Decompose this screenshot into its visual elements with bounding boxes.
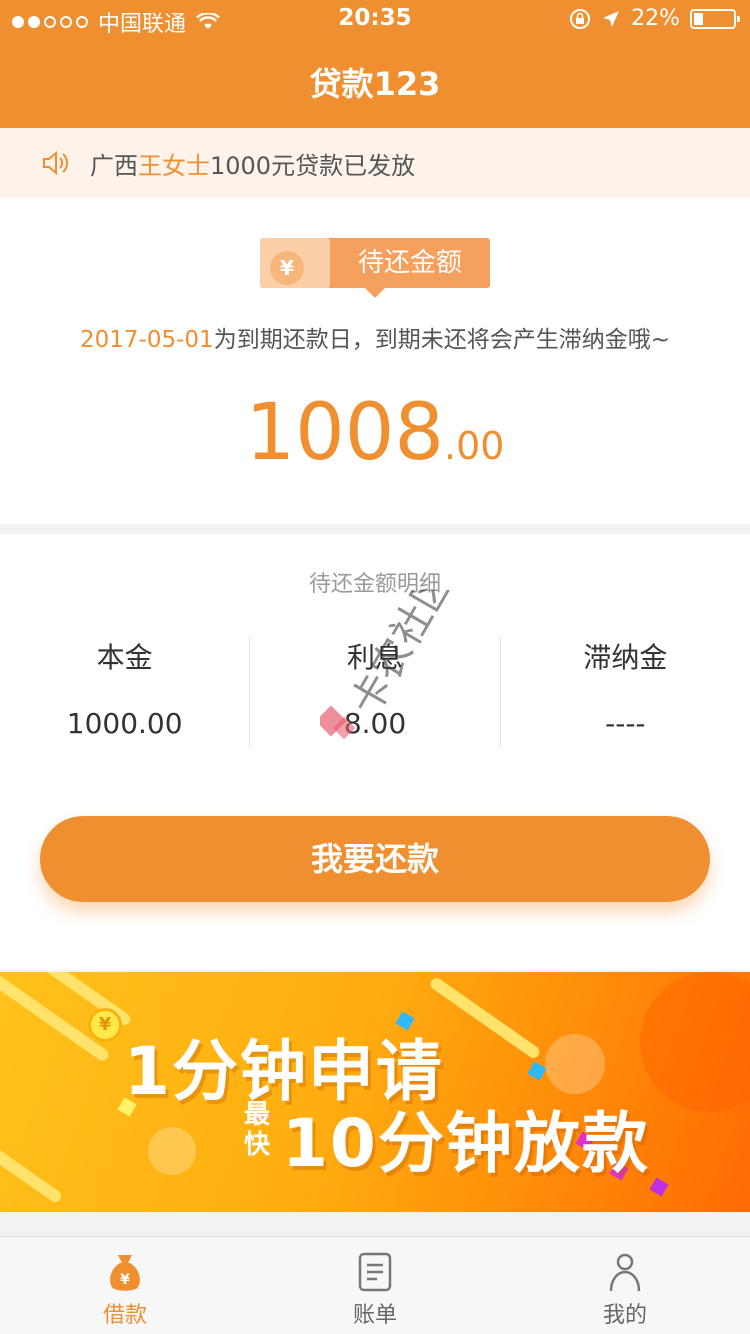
due-date-note: 2017-05-01为到期还款日，到期未还将会产生滞纳金哦~ <box>80 327 670 353</box>
banner-line2: 10分钟放款 <box>282 1105 650 1182</box>
notice-bar: 广西王女士1000元贷款已发放 <box>0 128 750 198</box>
svg-text:¥: ¥ <box>120 1272 130 1288</box>
detail-card: 待还金额明细 本金 1000.00 利息 8.00 滞纳金 ---- 我要还款 <box>0 534 750 970</box>
speaker-icon <box>43 150 69 176</box>
principal-label: 本金 <box>96 641 153 674</box>
tab-mine-label: 我的 <box>602 1303 647 1328</box>
bill-icon <box>358 1252 392 1292</box>
yen-coin-icon: ¥ <box>270 251 304 285</box>
interest-label: 利息 <box>346 641 403 674</box>
rotation-lock-icon <box>570 8 591 29</box>
due-tag-label: 待还金额 <box>357 248 462 278</box>
late-fee-label: 滞纳金 <box>583 641 668 674</box>
interest-value: 8.00 <box>343 707 407 740</box>
person-icon <box>609 1253 641 1292</box>
principal-value: 1000.00 <box>66 707 183 740</box>
due-tag: ¥ 待还金额 <box>260 238 490 298</box>
location-arrow-icon <box>603 10 620 27</box>
page-title: 贷款123 <box>309 65 441 103</box>
late-fee-column: 滞纳金 ---- <box>501 636 750 748</box>
tab-loan-label: 借款 <box>102 1303 147 1328</box>
document-icon: ¥ <box>260 238 330 288</box>
due-amount-card: ¥ 待还金额 2017-05-01为到期还款日，到期未还将会产生滞纳金哦~ 10… <box>0 198 750 524</box>
tab-bill[interactable]: 账单 <box>250 1237 500 1334</box>
banner-fast: 最快 <box>244 1100 271 1160</box>
nav-bar: 贷款123 <box>0 40 750 128</box>
tab-bar: ¥ 借款 账单 我的 <box>0 1236 750 1334</box>
detail-columns: 本金 1000.00 利息 8.00 滞纳金 ---- <box>0 636 750 748</box>
status-bar: 中国联通 20:35 22% <box>0 0 750 40</box>
interest-column: 利息 8.00 <box>250 636 501 748</box>
battery-percent: 22% <box>631 6 680 31</box>
coin-icon: ¥ <box>88 1008 122 1042</box>
tab-bill-label: 账单 <box>352 1303 397 1328</box>
battery-icon <box>690 8 740 29</box>
notice-text: 广西王女士1000元贷款已发放 <box>90 151 416 180</box>
tab-mine[interactable]: 我的 <box>500 1237 750 1334</box>
tab-loan[interactable]: ¥ 借款 <box>0 1237 250 1334</box>
status-right: 22% <box>569 6 740 31</box>
principal-column: 本金 1000.00 <box>0 636 251 748</box>
late-fee-value: ---- <box>605 707 646 740</box>
promo-banner[interactable]: ¥ 1分钟申请 最快 10分钟放款 <box>0 972 750 1212</box>
money-bag-icon: ¥ <box>110 1255 140 1291</box>
due-date: 2017-05-01 <box>80 327 214 353</box>
detail-title: 待还金额明细 <box>308 572 441 597</box>
due-amount: 1008.00 <box>245 388 505 478</box>
repay-button[interactable]: 我要还款 <box>40 816 710 902</box>
